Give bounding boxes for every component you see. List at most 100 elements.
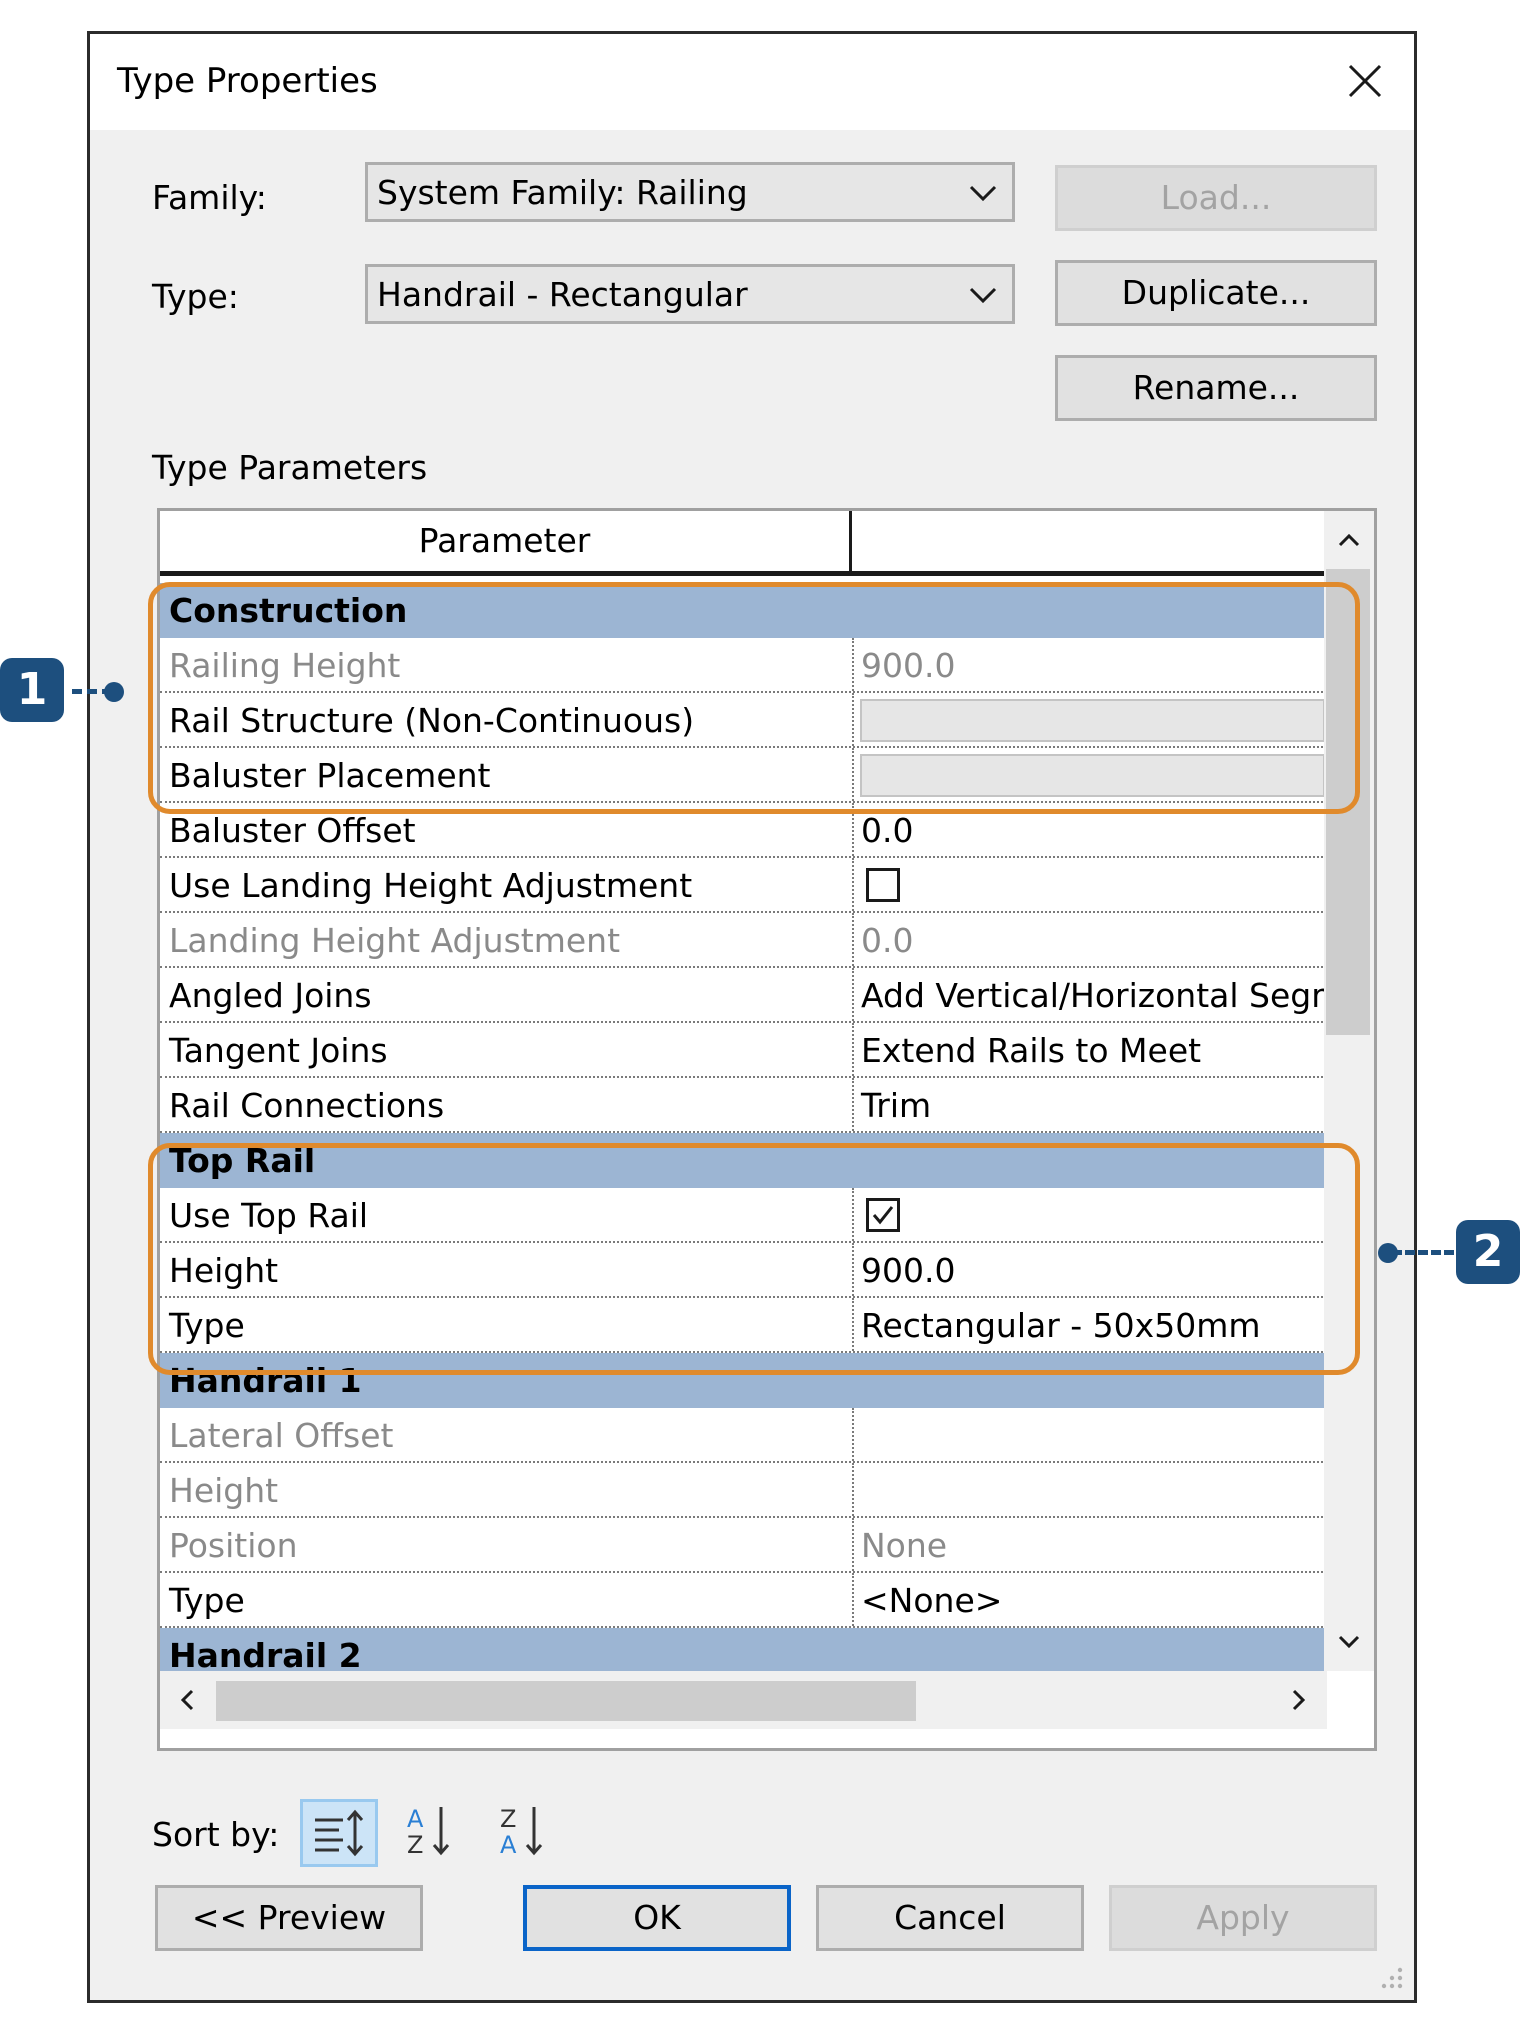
parameter-value-cell[interactable]	[852, 858, 1327, 911]
parameter-checkbox[interactable]	[866, 1198, 900, 1232]
parameter-name: Height	[169, 1471, 279, 1510]
apply-button[interactable]: Apply	[1109, 1885, 1377, 1951]
parameter-name: Rail Connections	[169, 1086, 445, 1125]
parameter-value-cell[interactable]: 900.0	[852, 638, 1327, 691]
parameter-value-cell[interactable]: None	[852, 1518, 1327, 1571]
parameter-value: Extend Rails to Meet	[861, 1031, 1202, 1070]
parameter-name: Landing Height Adjustment	[169, 921, 621, 960]
parameter-value-cell[interactable]	[852, 748, 1327, 801]
parameter-value-cell[interactable]: 0.0	[852, 913, 1327, 966]
vertical-scroll-thumb[interactable]	[1326, 569, 1370, 1035]
parameter-value-cell[interactable]	[852, 1188, 1327, 1241]
sort-descending-button[interactable]: Z A	[486, 1799, 564, 1867]
parameter-row[interactable]: Position None	[160, 1518, 1327, 1573]
parameter-value-cell[interactable]: Trim	[852, 1078, 1327, 1131]
parameter-value: 0.0	[861, 921, 914, 960]
type-combo[interactable]: Handrail - Rectangular	[365, 264, 1015, 324]
group-header-row[interactable]: Construction	[160, 583, 1327, 638]
parameter-value-cell[interactable]	[852, 1463, 1327, 1516]
callout-2: 2	[1456, 1220, 1520, 1284]
group-name: Construction	[169, 591, 408, 630]
group-header-row[interactable]: Handrail 2	[160, 1628, 1327, 1671]
column-header-value[interactable]	[852, 511, 1327, 571]
parameter-name: Baluster Placement	[169, 756, 491, 795]
duplicate-button[interactable]: Duplicate...	[1055, 260, 1377, 326]
group-header-row[interactable]: Handrail 1	[160, 1353, 1327, 1408]
parameter-name: Use Top Rail	[169, 1196, 369, 1235]
parameter-name: Tangent Joins	[169, 1031, 388, 1070]
scroll-up-icon[interactable]	[1334, 525, 1364, 555]
group-header-row[interactable]: Top Rail	[160, 1133, 1327, 1188]
parameter-value-cell[interactable]	[852, 1408, 1327, 1461]
type-parameters-grid[interactable]: Parameter Construction Railing Height 900.…	[157, 508, 1377, 1751]
parameter-row[interactable]: Angled Joins Add Vertical/Horizontal Segm…	[160, 968, 1327, 1023]
ok-button[interactable]: OK	[523, 1885, 791, 1951]
callout-1: 1	[0, 658, 64, 722]
parameter-row[interactable]: Tangent Joins Extend Rails to Meet	[160, 1023, 1327, 1078]
load-button[interactable]: Load...	[1055, 165, 1377, 231]
parameter-row[interactable]: Lateral Offset	[160, 1408, 1327, 1463]
parameter-name: Lateral Offset	[169, 1416, 394, 1455]
parameter-value-cell[interactable]: Rectangular - 50x50mm	[852, 1298, 1327, 1351]
parameter-row[interactable]: Height	[160, 1463, 1327, 1518]
type-label: Type:	[152, 277, 239, 316]
callout-2-leader	[1392, 1250, 1454, 1255]
title-bar: Type Properties	[90, 34, 1414, 130]
parameter-row[interactable]: Use Landing Height Adjustment	[160, 858, 1327, 913]
scroll-right-icon[interactable]	[1284, 1685, 1314, 1715]
parameter-name: Rail Structure (Non-Continuous)	[169, 701, 695, 740]
type-properties-dialog: Type Properties Family: System Family: R…	[87, 31, 1417, 2003]
parameter-row[interactable]: Rail Structure (Non-Continuous)	[160, 693, 1327, 748]
parameter-value-cell[interactable]: 0.0	[852, 803, 1327, 856]
preview-button[interactable]: << Preview	[155, 1885, 423, 1951]
family-combo[interactable]: System Family: Railing	[365, 162, 1015, 222]
parameter-name: Type	[169, 1306, 245, 1345]
column-header-parameter[interactable]: Parameter	[160, 511, 852, 571]
parameter-name: Type	[169, 1581, 245, 1620]
family-label: Family:	[152, 178, 267, 217]
sort-grouped-button[interactable]	[300, 1799, 378, 1867]
parameter-value: 900.0	[861, 1251, 956, 1290]
svg-text:Z: Z	[407, 1831, 423, 1859]
parameter-row[interactable]: Type <None>	[160, 1573, 1327, 1628]
checkmark-icon	[872, 1206, 894, 1225]
type-value: Handrail - Rectangular	[377, 275, 748, 314]
parameter-value-cell[interactable]: 900.0	[852, 1243, 1327, 1296]
parameter-value-cell[interactable]: Extend Rails to Meet	[852, 1023, 1327, 1076]
parameter-row[interactable]: Baluster Offset 0.0	[160, 803, 1327, 858]
disabled-value-button[interactable]	[860, 754, 1325, 797]
vertical-scrollbar[interactable]	[1324, 511, 1374, 1671]
parameter-checkbox[interactable]	[866, 868, 900, 902]
parameter-name: Railing Height	[169, 646, 401, 685]
parameter-row[interactable]: Use Top Rail	[160, 1188, 1327, 1243]
close-button[interactable]	[1334, 52, 1394, 112]
parameter-row[interactable]: Railing Height 900.0	[160, 638, 1327, 693]
disabled-value-button[interactable]	[860, 699, 1325, 742]
cancel-button[interactable]: Cancel	[816, 1885, 1084, 1951]
rename-button[interactable]: Rename...	[1055, 355, 1377, 421]
group-name: Handrail 1	[169, 1361, 362, 1400]
parameter-value-cell[interactable]: Add Vertical/Horizontal Segments	[852, 968, 1327, 1021]
horizontal-scrollbar[interactable]	[160, 1671, 1327, 1729]
parameter-value-cell[interactable]: <None>	[852, 1573, 1327, 1626]
parameter-name: Baluster Offset	[169, 811, 416, 850]
parameter-row[interactable]: Height 900.0	[160, 1243, 1327, 1298]
horizontal-scroll-thumb[interactable]	[216, 1681, 916, 1721]
sort-ascending-button[interactable]: A Z	[393, 1799, 471, 1867]
parameter-name: Height	[169, 1251, 279, 1290]
resize-grip-icon[interactable]	[1378, 1964, 1406, 1992]
parameter-value: 900.0	[861, 646, 956, 685]
parameter-value: Rectangular - 50x50mm	[861, 1306, 1261, 1345]
svg-text:A: A	[500, 1831, 517, 1859]
scroll-left-icon[interactable]	[172, 1685, 202, 1715]
parameter-row[interactable]: Rail Connections Trim	[160, 1078, 1327, 1133]
parameter-row[interactable]: Type Rectangular - 50x50mm	[160, 1298, 1327, 1353]
scroll-down-icon[interactable]	[1334, 1627, 1364, 1657]
parameter-name: Angled Joins	[169, 976, 372, 1015]
parameter-value-cell[interactable]	[852, 693, 1327, 746]
family-value: System Family: Railing	[377, 173, 748, 212]
parameter-value: Add Vertical/Horizontal Segments	[861, 976, 1327, 1015]
parameter-row[interactable]: Landing Height Adjustment 0.0	[160, 913, 1327, 968]
parameter-row[interactable]: Baluster Placement	[160, 748, 1327, 803]
parameter-value: None	[861, 1526, 948, 1565]
